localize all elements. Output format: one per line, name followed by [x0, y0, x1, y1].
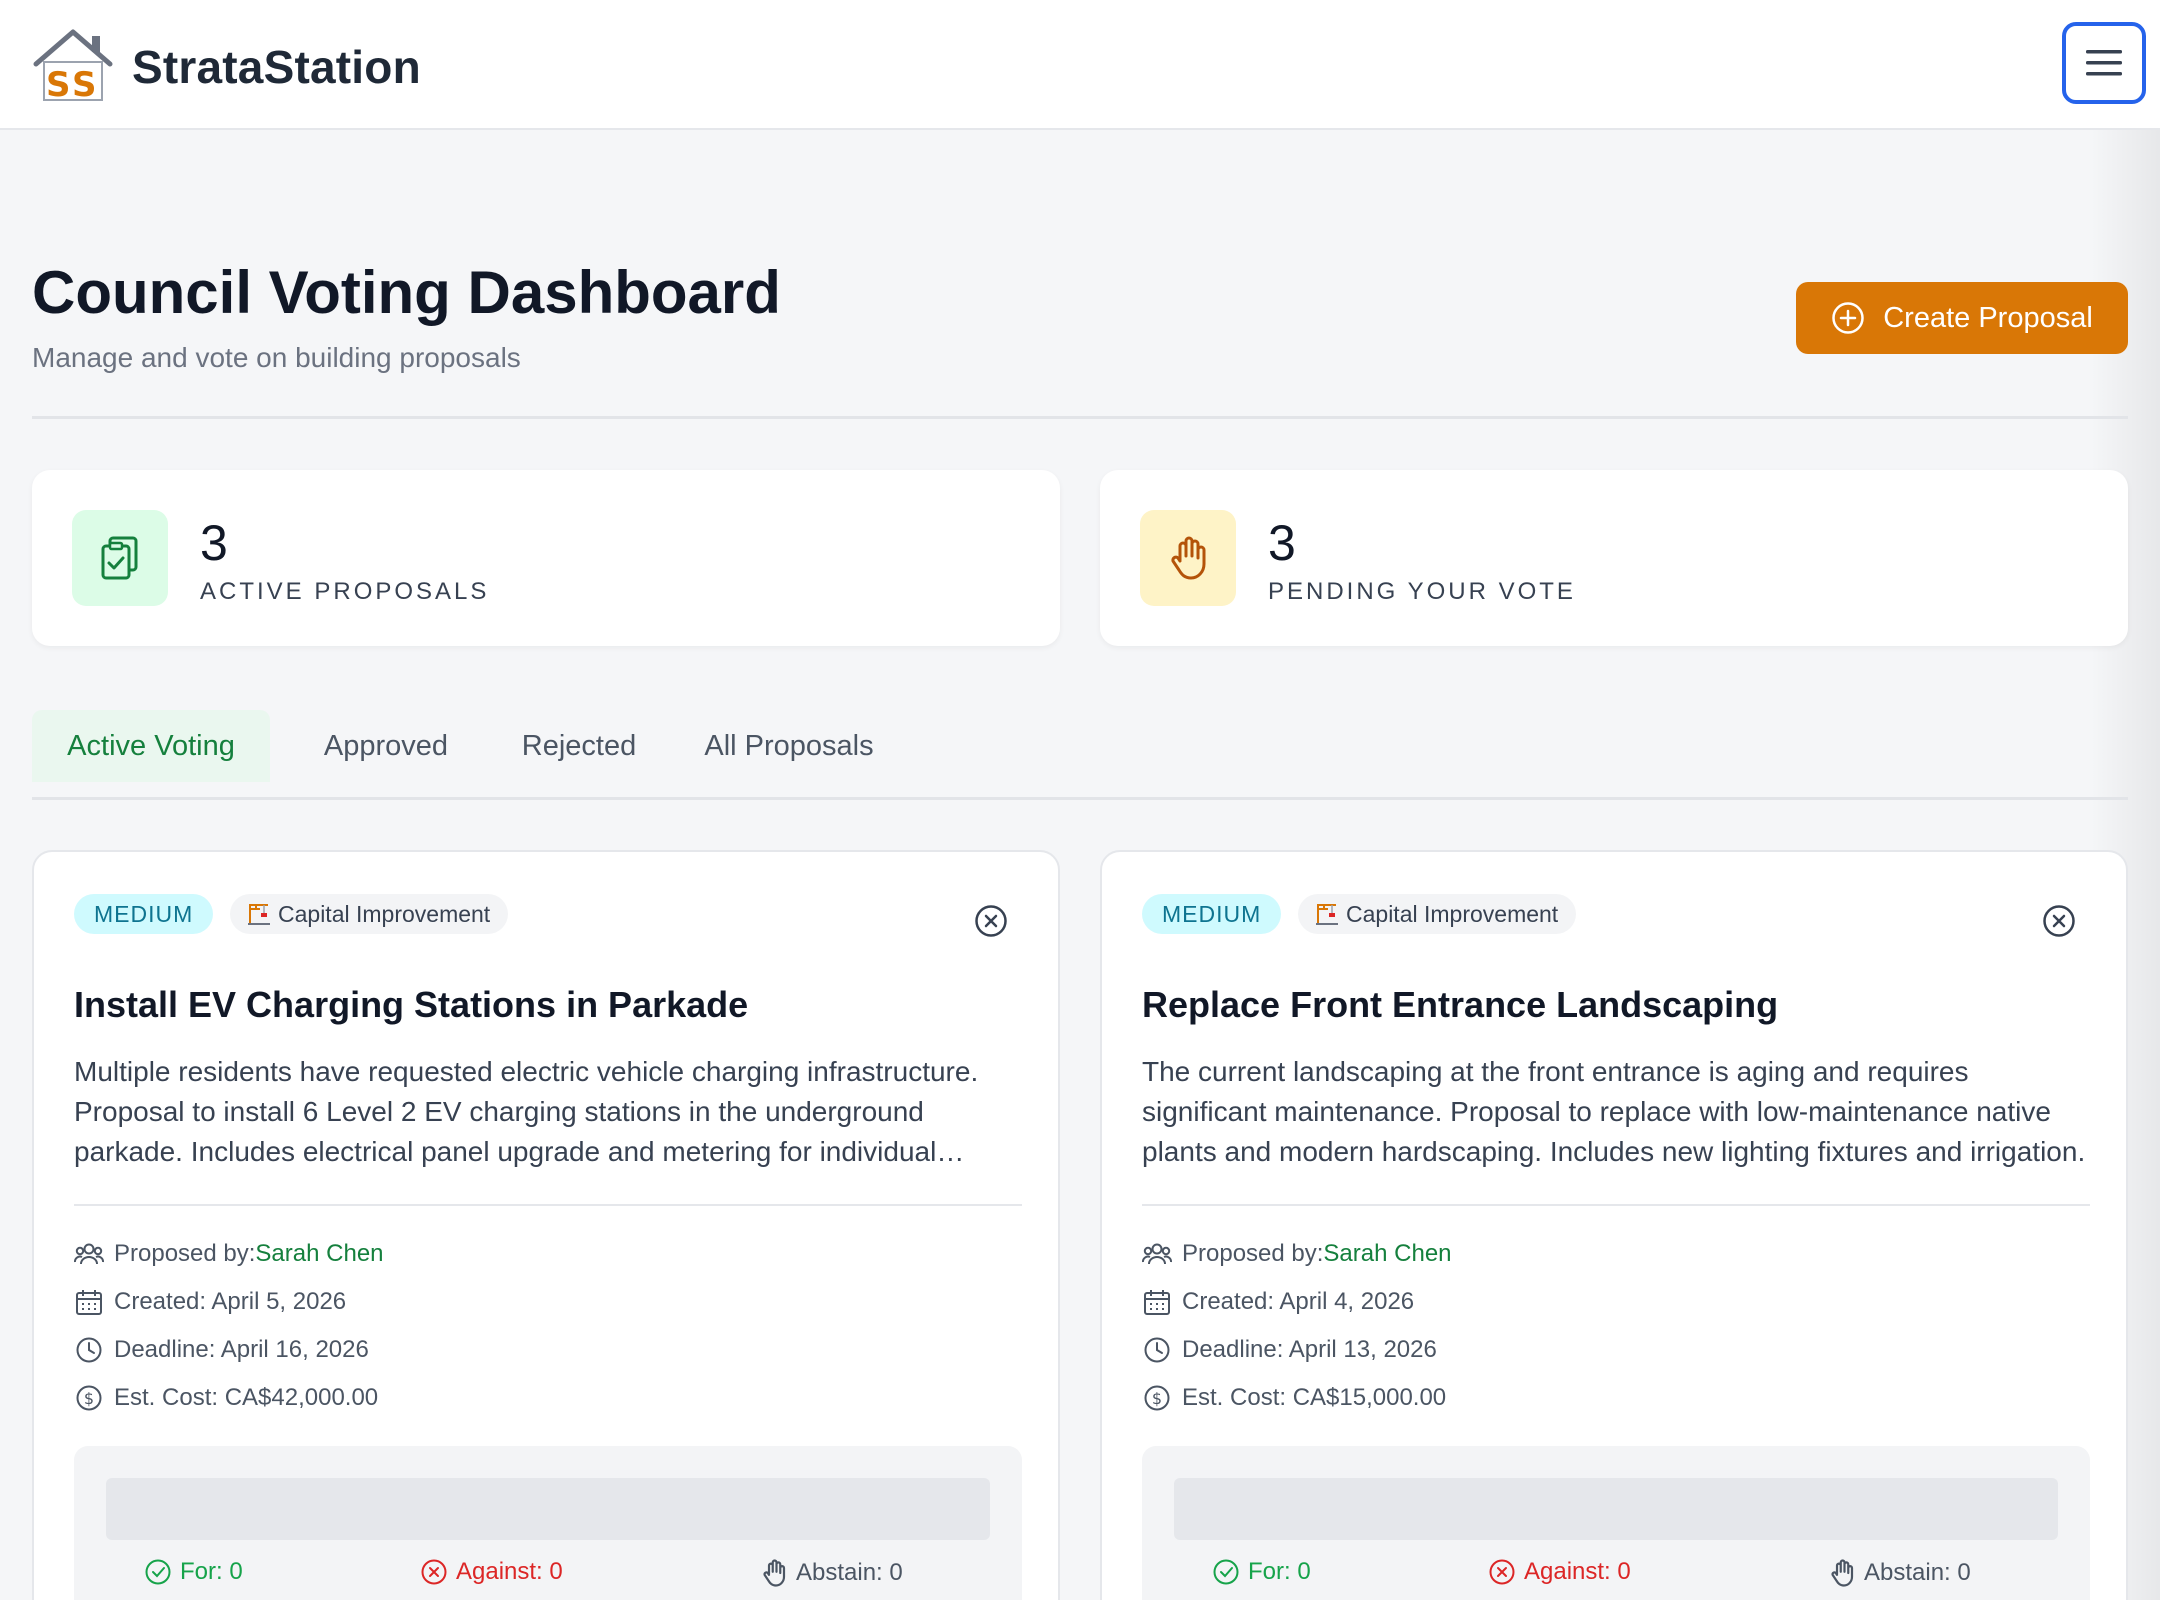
priority-badge: MEDIUM — [74, 894, 214, 934]
vote-for-label: For: 0 — [1248, 1558, 1311, 1585]
tab-approved[interactable]: Approved — [306, 710, 466, 782]
create-proposal-label: Create Proposal — [1883, 301, 2093, 334]
proposer-name[interactable]: Sarah Chen — [255, 1240, 383, 1267]
page-subtitle: Manage and vote on building proposals — [32, 342, 521, 373]
category-badge: Capital Improvement — [230, 894, 509, 934]
deadline-row: Deadline: April 13, 2026 — [1142, 1336, 2090, 1364]
calendar-icon — [76, 1290, 102, 1315]
vote-abstain-count[interactable]: Abstain: 0 — [760, 1558, 903, 1588]
vote-against-label: Against: 0 — [1524, 1558, 1631, 1585]
svg-text:S: S — [46, 65, 71, 102]
close-circle-icon[interactable] — [2042, 904, 2076, 938]
vote-abstain-label: Abstain: 0 — [796, 1559, 903, 1586]
active-proposals-count: 3 — [200, 515, 228, 571]
vote-summary: For: 0 Against: 0 Abstain: 0 — [1142, 1446, 2090, 1600]
proposed-by-label: Proposed by: — [1182, 1240, 1324, 1267]
proposal-card[interactable]: MEDIUM Capital Improvement Replace Front… — [1100, 850, 2128, 1600]
page: S S StrataStation Council Voting Dashboa… — [0, 0, 2160, 1600]
stratastation-logo-icon[interactable]: S S — [30, 28, 116, 102]
close-circle-icon[interactable] — [974, 904, 1008, 938]
category-label: Capital Improvement — [278, 901, 491, 927]
construction-crane-icon — [248, 904, 270, 925]
card-divider — [1142, 1204, 2090, 1206]
tab-all-proposals[interactable]: All Proposals — [686, 710, 892, 782]
estimated-cost: Est. Cost: CA$15,000.00 — [1182, 1384, 1447, 1411]
vote-progress-bar — [106, 1478, 990, 1540]
construction-crane-icon — [1316, 904, 1338, 925]
raised-hand-icon — [1171, 536, 1206, 580]
proposal-description: The current landscaping at the front ent… — [1142, 1056, 2086, 1167]
vote-against-label: Against: 0 — [456, 1558, 563, 1585]
menu-button[interactable] — [2062, 22, 2146, 104]
deadline-date: Deadline: April 16, 2026 — [114, 1336, 369, 1363]
x-circle-icon — [421, 1559, 447, 1585]
pending-vote-count: 3 — [1268, 515, 1296, 571]
cost-row: $ Est. Cost: CA$15,000.00 — [1142, 1384, 2090, 1412]
vote-against-count[interactable]: Against: 0 — [420, 1558, 563, 1586]
header-divider — [32, 416, 2128, 419]
raised-hand-icon — [1831, 1559, 1854, 1587]
proposed-by-row: Proposed by:Sarah Chen — [1142, 1240, 2090, 1268]
stat-icon-container — [72, 510, 168, 606]
vote-for-label: For: 0 — [180, 1558, 243, 1585]
clock-icon — [1144, 1337, 1170, 1363]
proposed-by-row: Proposed by:Sarah Chen — [74, 1240, 1022, 1268]
proposal-title[interactable]: Replace Front Entrance Landscaping — [1142, 984, 1778, 1026]
cost-row: $ Est. Cost: CA$42,000.00 — [74, 1384, 1022, 1412]
calendar-icon — [1144, 1290, 1170, 1315]
stat-card-active-proposals: 3 ACTIVE PROPOSALS — [32, 470, 1060, 646]
proposal-description: Multiple residents have requested electr… — [74, 1056, 979, 1167]
clock-icon — [76, 1337, 102, 1363]
vote-abstain-count[interactable]: Abstain: 0 — [1828, 1558, 1971, 1588]
users-icon — [74, 1243, 104, 1265]
proposal-title[interactable]: Install EV Charging Stations in Parkade — [74, 984, 748, 1026]
dollar-circle-icon: $ — [76, 1385, 102, 1411]
deadline-date: Deadline: April 13, 2026 — [1182, 1336, 1437, 1363]
vote-progress-bar — [1174, 1478, 2058, 1540]
proposed-by-label: Proposed by: — [114, 1240, 256, 1267]
check-circle-icon — [1213, 1559, 1239, 1585]
users-icon — [1142, 1243, 1172, 1265]
x-circle-icon — [1489, 1559, 1515, 1585]
dollar-circle-icon: $ — [1144, 1385, 1170, 1411]
tab-rejected[interactable]: Rejected — [506, 710, 652, 782]
top-bar: S S StrataStation — [0, 0, 2160, 130]
created-row: Created: April 4, 2026 — [1142, 1288, 2090, 1316]
clipboard-check-icon — [101, 536, 138, 580]
pending-vote-label: PENDING YOUR VOTE — [1268, 578, 1576, 605]
priority-badge: MEDIUM — [1142, 894, 1282, 934]
stat-card-pending-vote: 3 PENDING YOUR VOTE — [1100, 470, 2128, 646]
vote-for-count[interactable]: For: 0 — [144, 1558, 243, 1586]
created-date: Created: April 5, 2026 — [114, 1288, 347, 1315]
estimated-cost: Est. Cost: CA$42,000.00 — [114, 1384, 379, 1411]
created-row: Created: April 5, 2026 — [74, 1288, 1022, 1316]
category-badge: Capital Improvement — [1298, 894, 1577, 934]
vote-abstain-label: Abstain: 0 — [1864, 1559, 1971, 1586]
page-title: Council Voting Dashboard — [32, 259, 781, 326]
proposer-name[interactable]: Sarah Chen — [1323, 1240, 1451, 1267]
vote-against-count[interactable]: Against: 0 — [1488, 1558, 1631, 1586]
stat-icon-container — [1140, 510, 1236, 606]
svg-text:$: $ — [84, 1389, 94, 1408]
plus-circle-icon — [1832, 302, 1864, 334]
active-proposals-label: ACTIVE PROPOSALS — [200, 578, 490, 605]
vote-for-count[interactable]: For: 0 — [1212, 1558, 1311, 1586]
category-label: Capital Improvement — [1346, 901, 1559, 927]
check-circle-icon — [145, 1559, 171, 1585]
vote-summary: For: 0 Against: 0 Abstain: 0 — [74, 1446, 1022, 1600]
tabs-divider — [32, 797, 2128, 800]
svg-text:$: $ — [1152, 1389, 1162, 1408]
raised-hand-icon — [763, 1559, 786, 1587]
svg-text:S: S — [72, 65, 97, 102]
create-proposal-button[interactable]: Create Proposal — [1796, 282, 2128, 354]
card-divider — [74, 1204, 1022, 1206]
created-date: Created: April 4, 2026 — [1182, 1288, 1415, 1315]
proposal-card[interactable]: MEDIUM Capital Improvement Install EV Ch… — [32, 850, 1060, 1600]
deadline-row: Deadline: April 16, 2026 — [74, 1336, 1022, 1364]
app-name[interactable]: StrataStation — [132, 40, 421, 94]
tab-active-voting[interactable]: Active Voting — [32, 710, 270, 782]
hamburger-menu-icon — [2086, 50, 2122, 76]
proposal-tabs: Active Voting Approved Rejected All Prop… — [32, 710, 2128, 800]
